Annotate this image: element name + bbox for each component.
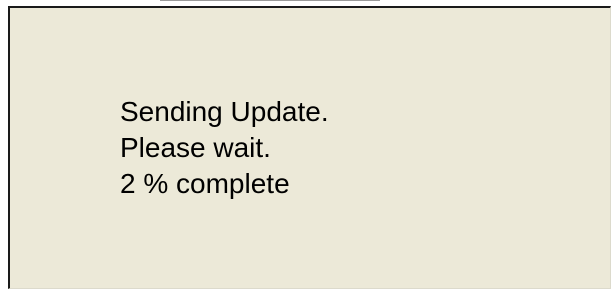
update-progress-dialog: Sending Update. Please wait. 2 % complet…: [8, 6, 611, 289]
wait-instruction: Please wait.: [120, 132, 271, 163]
top-edge-rule: [160, 0, 380, 1]
screen: Sending Update. Please wait. 2 % complet…: [0, 0, 616, 294]
status-message: Sending Update. Please wait. 2 % complet…: [120, 94, 329, 202]
status-title: Sending Update.: [120, 96, 329, 127]
progress-status-text: 2 % complete: [120, 168, 290, 199]
